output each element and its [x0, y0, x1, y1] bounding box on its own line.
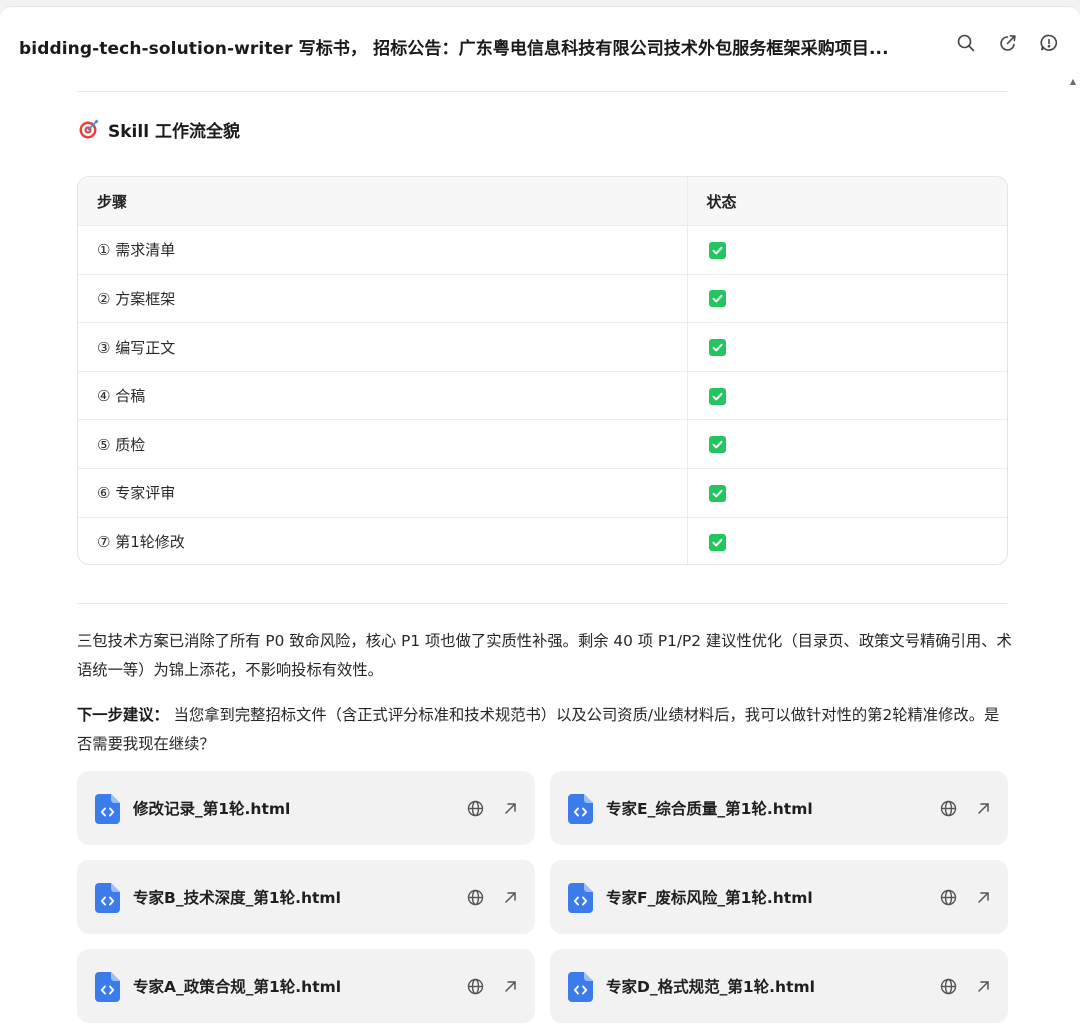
file-name: 专家D_格式规范_第1轮.html [606, 978, 815, 996]
check-icon [708, 436, 726, 454]
file-card[interactable]: 专家F_废标风险_第1轮.html [550, 860, 1008, 934]
next-step-text: 当您拿到完整招标文件（含正式评分标准和技术规范书）以及公司资质/业绩材料后，我可… [77, 706, 1000, 753]
open-external-icon[interactable] [500, 976, 520, 996]
open-external-icon[interactable] [973, 976, 993, 996]
workflow-table: 步骤 状态 ① 需求清单 ② 方案框架 ③ 编写正文 ④ 合稿 ⑤ 质检 ⑥ 专家评审 ⑦ … [77, 176, 1008, 565]
html-file-icon [568, 883, 593, 913]
divider [77, 603, 1007, 604]
file-name: 专家E_综合质量_第1轮.html [606, 800, 813, 818]
step-name: ④ 合稿 [78, 371, 688, 421]
check-icon [708, 241, 726, 259]
globe-icon[interactable] [465, 798, 485, 818]
open-external-icon[interactable] [973, 798, 993, 818]
next-step-paragraph: 下一步建议： 当您拿到完整招标文件（含正式评分标准和技术规范书）以及公司资质/业… [77, 701, 1012, 759]
feedback-icon[interactable] [1038, 32, 1060, 54]
share-icon[interactable] [997, 32, 1019, 54]
html-file-icon [95, 972, 120, 1002]
chat-window: bidding-tech-solution-writer 写标书， 招标公告：广… [0, 6, 1080, 1032]
step-name: ② 方案框架 [78, 274, 688, 324]
conversation-title: bidding-tech-solution-writer 写标书， 招标公告：广… [19, 39, 889, 59]
globe-icon[interactable] [938, 887, 958, 907]
step-status [687, 468, 1007, 518]
html-file-icon [95, 883, 120, 913]
table-row: ⑥ 专家评审 [78, 468, 1007, 518]
check-icon [708, 484, 726, 502]
file-card[interactable]: 专家A_政策合规_第1轮.html [77, 949, 535, 1023]
html-file-icon [568, 794, 593, 824]
section-heading-text: Skill 工作流全貌 [108, 121, 240, 142]
html-file-icon [95, 794, 120, 824]
check-icon [708, 387, 726, 405]
html-file-icon [568, 972, 593, 1002]
step-name: ③ 编写正文 [78, 322, 688, 372]
globe-icon[interactable] [465, 887, 485, 907]
step-status [687, 225, 1007, 275]
table-header-row: 步骤 状态 [78, 177, 1007, 227]
open-external-icon[interactable] [500, 798, 520, 818]
open-external-icon[interactable] [500, 887, 520, 907]
divider [77, 91, 1007, 92]
file-name: 修改记录_第1轮.html [133, 800, 291, 818]
check-icon [708, 339, 726, 357]
table-row: ④ 合稿 [78, 371, 1007, 421]
step-name: ① 需求清单 [78, 225, 688, 275]
search-icon[interactable] [955, 32, 977, 54]
file-name: 专家F_废标风险_第1轮.html [606, 889, 813, 907]
step-status [687, 517, 1007, 564]
step-status [687, 322, 1007, 372]
step-status [687, 371, 1007, 421]
file-card[interactable]: 专家B_技术深度_第1轮.html [77, 860, 535, 934]
column-header-status: 状态 [687, 177, 1007, 227]
scroll-up-arrow[interactable]: ▲ [1069, 77, 1077, 87]
step-status [687, 419, 1007, 470]
target-icon [79, 119, 99, 139]
check-icon [708, 290, 726, 308]
file-card[interactable]: 专家E_综合质量_第1轮.html [550, 771, 1008, 845]
step-status [687, 274, 1007, 324]
globe-icon[interactable] [938, 976, 958, 996]
table-row: ⑤ 质检 [78, 419, 1007, 470]
table-row: ⑦ 第1轮修改 [78, 517, 1007, 564]
check-icon [708, 533, 726, 551]
step-name: ⑥ 专家评审 [78, 468, 688, 518]
open-external-icon[interactable] [973, 887, 993, 907]
next-step-label: 下一步建议： [77, 706, 169, 724]
globe-icon[interactable] [938, 798, 958, 818]
column-header-step: 步骤 [78, 177, 688, 227]
file-name: 专家B_技术深度_第1轮.html [133, 889, 341, 907]
step-name: ⑦ 第1轮修改 [78, 517, 688, 564]
step-name: ⑤ 质检 [78, 419, 688, 470]
table-row: ② 方案框架 [78, 274, 1007, 324]
globe-icon[interactable] [465, 976, 485, 996]
file-name: 专家A_政策合规_第1轮.html [133, 978, 342, 996]
summary-paragraph: 三包技术方案已消除了所有 P0 致命风险，核心 P1 项也做了实质性补强。剩余 … [77, 632, 1012, 679]
file-card[interactable]: 专家D_格式规范_第1轮.html [550, 949, 1008, 1023]
header: bidding-tech-solution-writer 写标书， 招标公告：广… [0, 7, 1080, 87]
table-row: ③ 编写正文 [78, 322, 1007, 372]
section-heading: Skill 工作流全貌 [78, 117, 240, 142]
table-row: ① 需求清单 [78, 225, 1007, 275]
file-card[interactable]: 修改记录_第1轮.html [77, 771, 535, 845]
